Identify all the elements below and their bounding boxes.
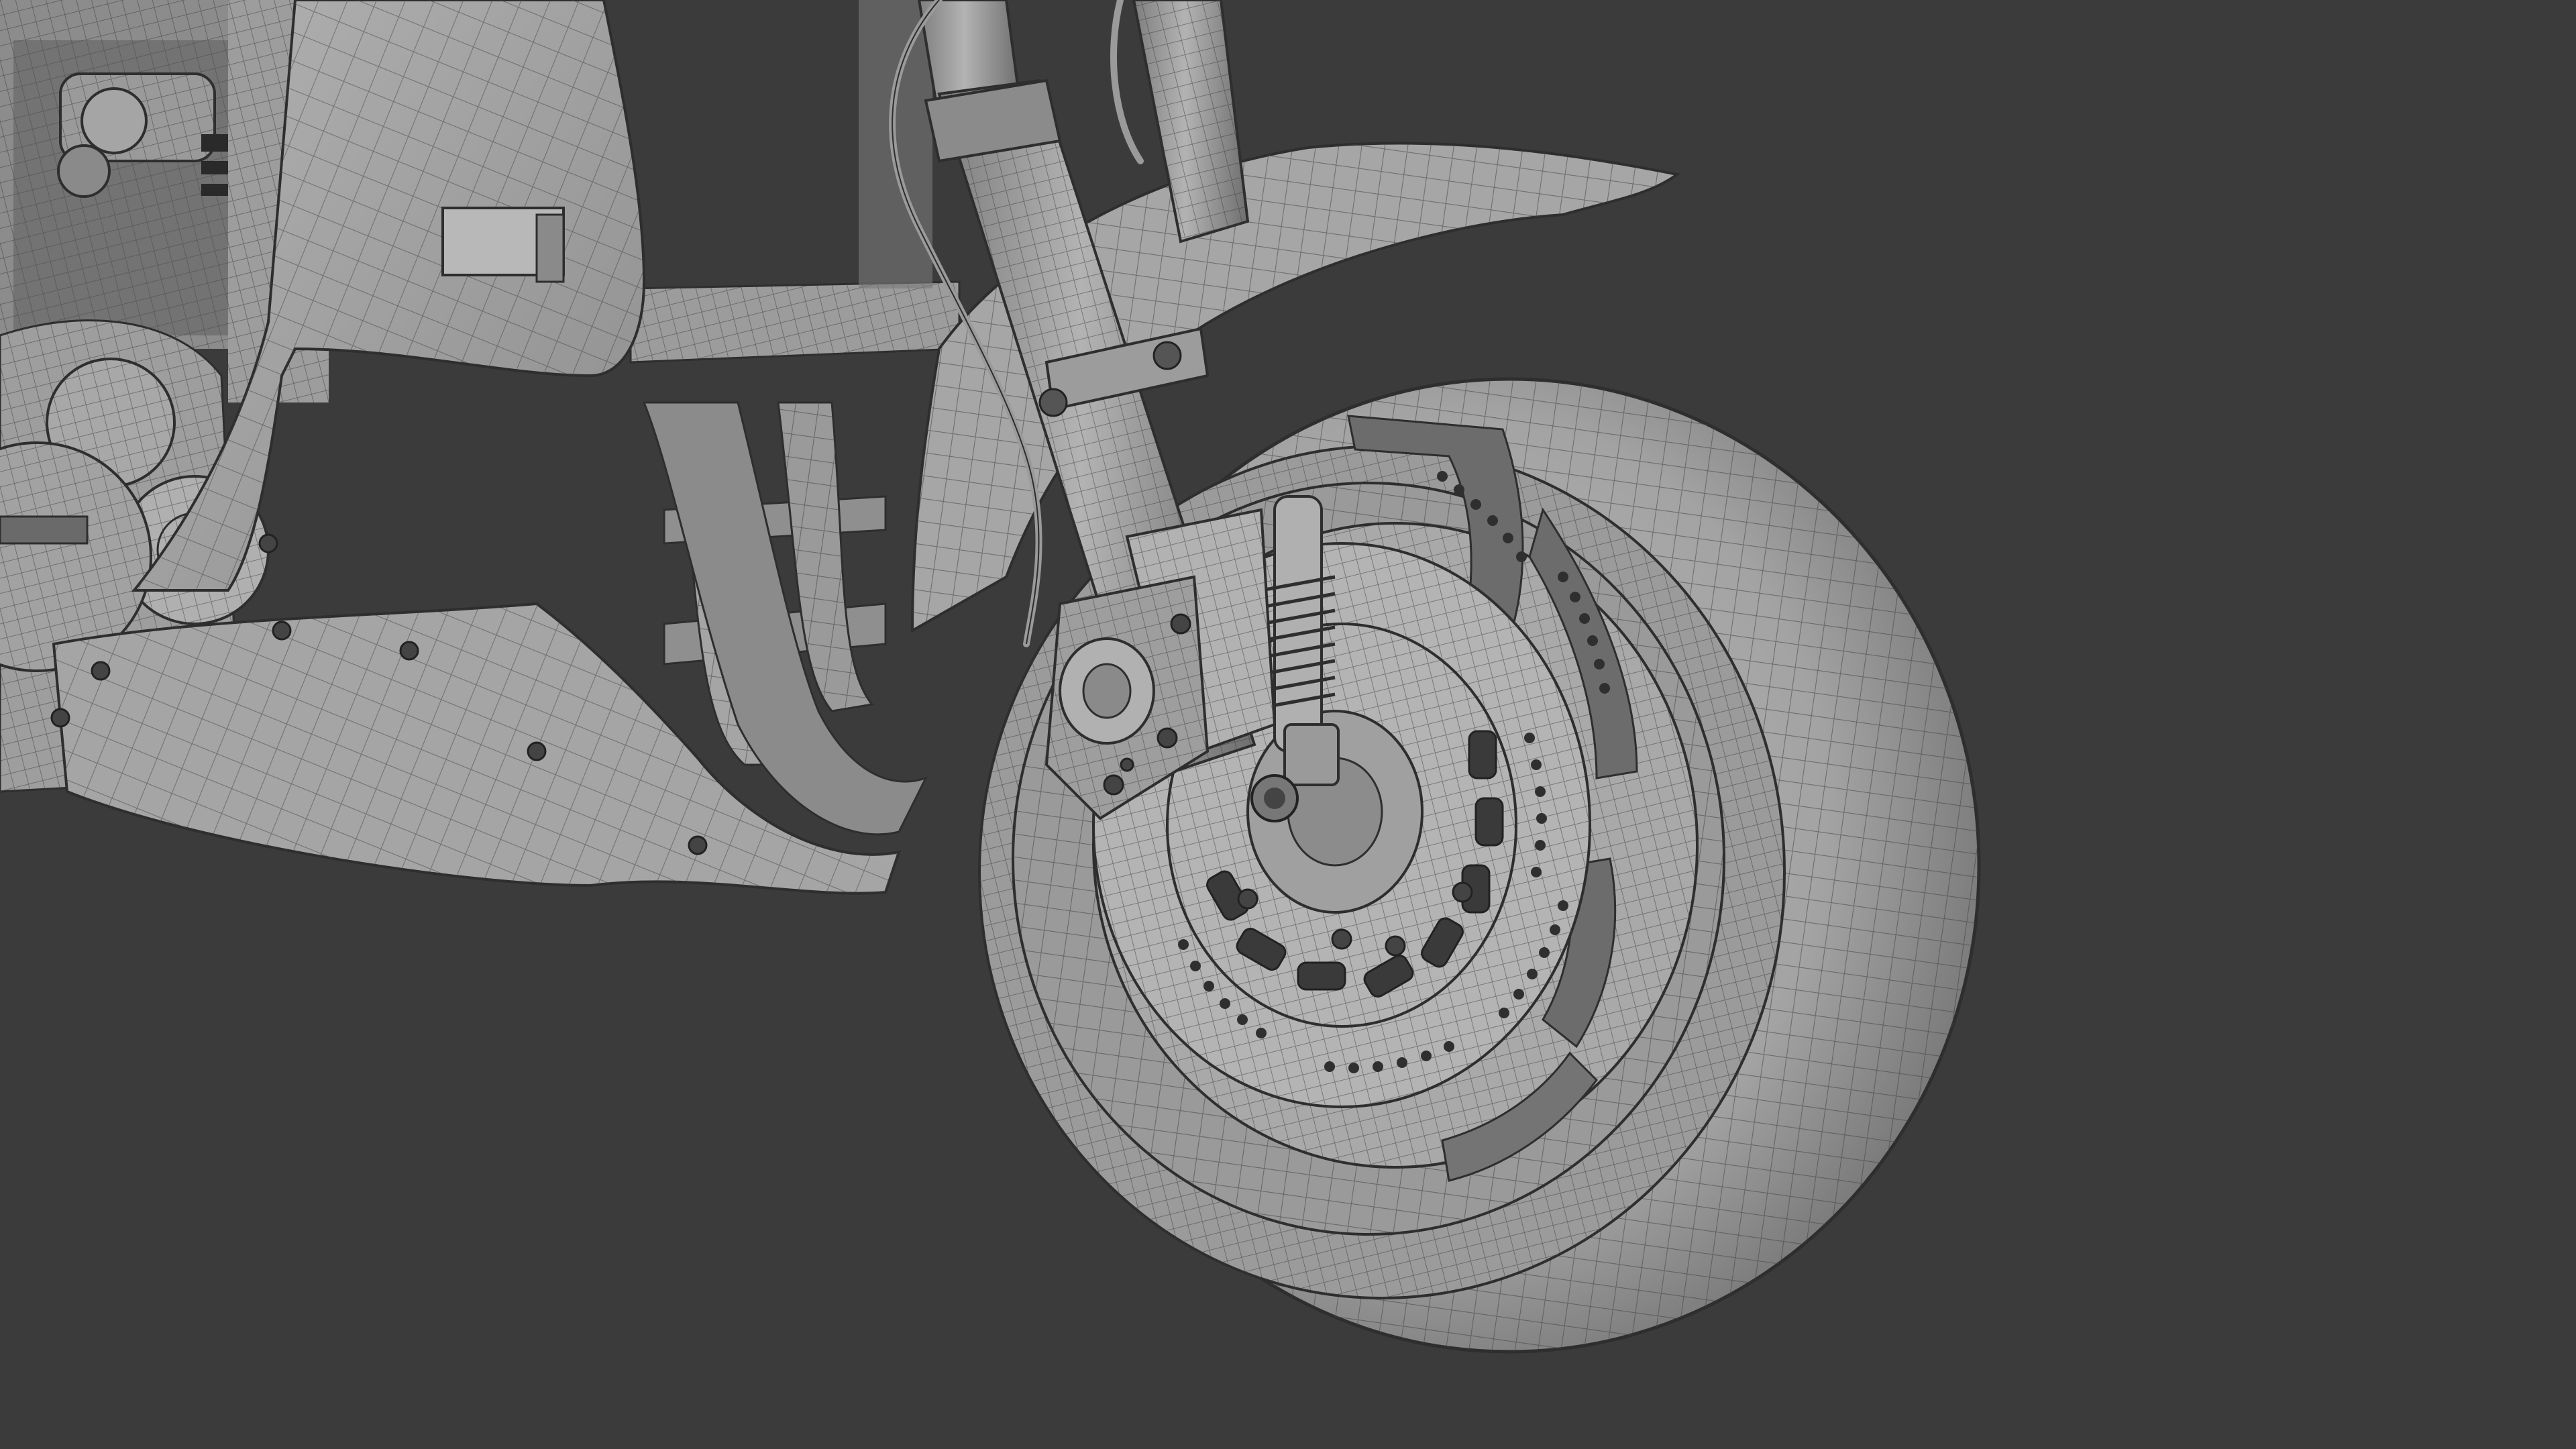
wireframe-render [0,0,2576,1449]
3d-viewport[interactable] [0,0,2576,1449]
